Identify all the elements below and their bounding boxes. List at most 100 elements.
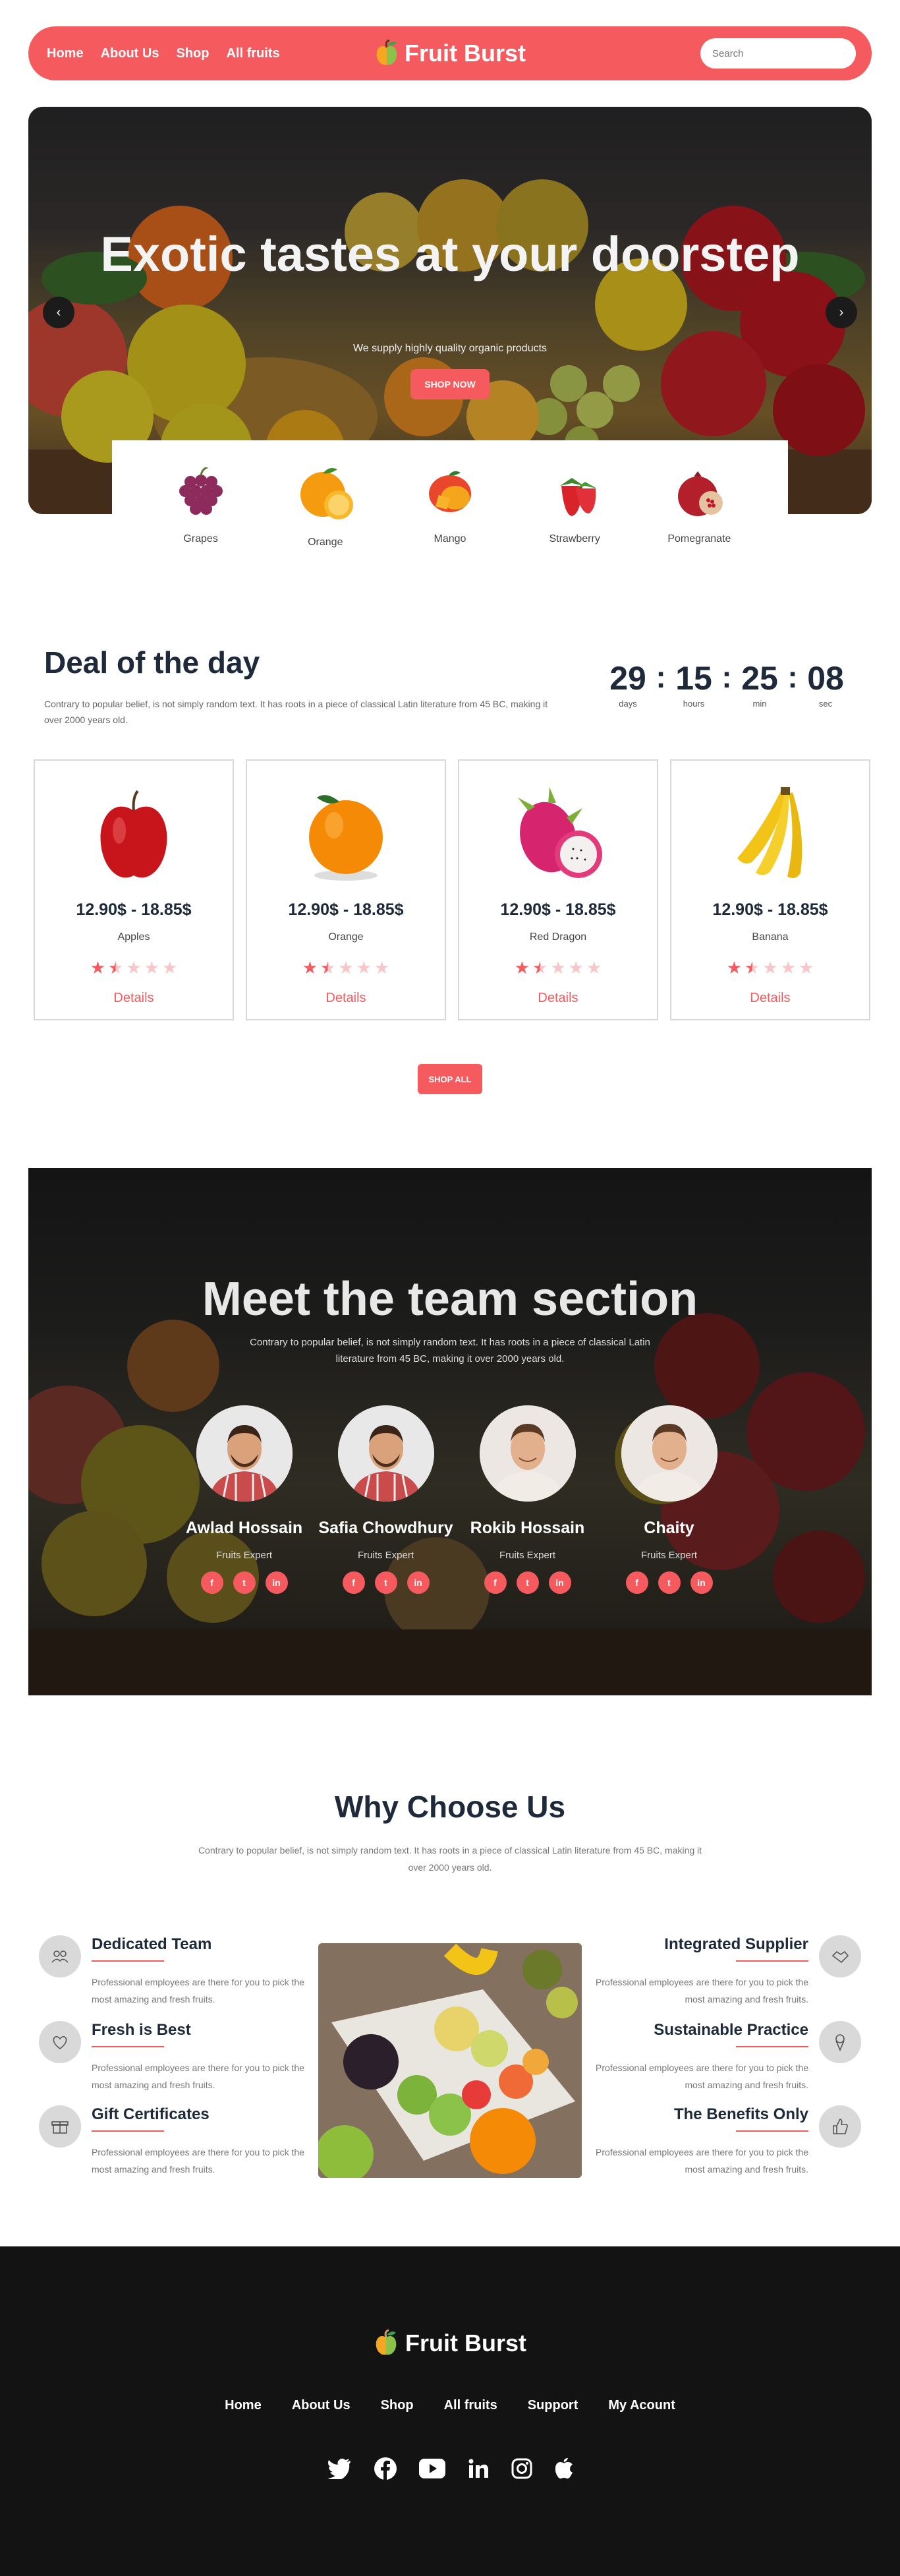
member-role: Fruits Expert	[357, 1550, 414, 1561]
twitter-icon[interactable]: t	[516, 1571, 539, 1594]
star-icon: ★	[356, 958, 372, 978]
star-half-icon: ★	[108, 958, 124, 978]
top-nav: Home About Us Shop All fruits Fruit Burs…	[28, 26, 872, 80]
countdown-days: 29 days	[605, 662, 651, 709]
nav-link-all-fruits[interactable]: All fruits	[226, 46, 279, 61]
why-title: Why Choose Us	[334, 1790, 566, 1824]
category-item-pomegranate[interactable]: Pomegranate	[653, 467, 745, 545]
fruit-platter-image	[318, 1943, 582, 2178]
footer-link-support[interactable]: Support	[528, 2398, 578, 2413]
brand-logo[interactable]: Fruit Burst	[374, 40, 526, 67]
category-label: Strawberry	[549, 533, 600, 544]
countdown-label: min	[752, 699, 767, 709]
deal-title: Deal of the day	[44, 645, 260, 680]
countdown-hours: 15 hours	[671, 662, 717, 709]
linkedin-icon[interactable]: in	[548, 1571, 571, 1594]
product-name: Orange	[328, 931, 364, 943]
countdown-label: days	[619, 699, 637, 709]
linkedin-icon[interactable]: in	[265, 1571, 288, 1594]
facebook-icon[interactable]: f	[342, 1571, 365, 1594]
linkedin-icon[interactable]: in	[690, 1571, 713, 1594]
banana-icon	[737, 787, 802, 878]
countdown-min: 25 min	[737, 662, 783, 709]
search-input[interactable]	[712, 47, 843, 59]
product-price: 12.90$ - 18.85$	[288, 900, 404, 919]
details-link[interactable]: Details	[750, 991, 790, 1006]
product-name: Banana	[752, 931, 789, 943]
search-icon[interactable]	[843, 47, 844, 60]
fruit-logo-icon	[376, 2329, 397, 2355]
pomegranate-icon	[678, 471, 723, 516]
footer-link-account[interactable]: My Acount	[608, 2398, 675, 2413]
countdown-separator: :	[721, 660, 732, 694]
star-icon: ★	[798, 958, 814, 978]
star-icon: ★	[144, 958, 159, 978]
footer-brand[interactable]: Fruit Burst	[0, 2329, 900, 2357]
member-name: Awlad Hossain	[185, 1519, 303, 1537]
youtube-icon[interactable]	[419, 2459, 445, 2478]
member-role: Fruits Expert	[499, 1550, 556, 1561]
product-card-banana[interactable]: 12.90$ - 18.85$ Banana ★ ★ ★ ★ ★ Details	[670, 759, 870, 1020]
category-item-mango[interactable]: Mango	[404, 467, 496, 545]
twitter-icon[interactable]: t	[233, 1571, 256, 1594]
avatar	[337, 1405, 434, 1502]
linkedin-icon[interactable]: in	[407, 1571, 430, 1594]
star-half-icon: ★	[745, 958, 760, 978]
countdown-value: 15	[675, 660, 712, 697]
team-section: Meet the team section Contrary to popula…	[28, 1168, 872, 1695]
avatar	[479, 1405, 576, 1502]
shop-now-button[interactable]: SHOP NOW	[410, 369, 490, 399]
apple-icon	[100, 790, 167, 878]
twitter-icon[interactable]	[327, 2458, 352, 2479]
footer-link-all-fruits[interactable]: All fruits	[444, 2398, 497, 2413]
member-name: Rokib Hossain	[470, 1519, 585, 1537]
feature-divider	[736, 2130, 808, 2132]
nav-link-home[interactable]: Home	[47, 46, 84, 61]
star-icon: ★	[514, 958, 530, 978]
facebook-icon[interactable]: f	[484, 1571, 507, 1594]
heart-icon	[39, 2021, 81, 2063]
product-card-apples[interactable]: 12.90$ - 18.85$ Apples ★ ★ ★ ★ ★ Details	[34, 759, 234, 1020]
facebook-icon[interactable]: f	[625, 1571, 648, 1594]
details-link[interactable]: Details	[325, 991, 366, 1006]
fruit-logo-icon	[376, 40, 397, 65]
facebook-icon[interactable]: f	[200, 1571, 223, 1594]
star-icon: ★	[302, 958, 318, 978]
team-member: Rokib Hossain Fruits Expert f t in	[457, 1405, 598, 1594]
footer-link-home[interactable]: Home	[225, 2398, 262, 2413]
feature-text: Professional employees are there for you…	[596, 1977, 808, 2005]
product-card-orange[interactable]: 12.90$ - 18.85$ Orange ★ ★ ★ ★ ★ Details	[246, 759, 446, 1020]
footer-link-shop[interactable]: Shop	[381, 2398, 414, 2413]
countdown-label: sec	[818, 699, 833, 709]
chevron-right-icon[interactable]: ›	[826, 297, 857, 328]
brand-name: Fruit Burst	[405, 40, 526, 67]
details-link[interactable]: Details	[113, 991, 154, 1006]
category-item-orange[interactable]: Orange	[279, 464, 372, 548]
twitter-icon[interactable]: t	[374, 1571, 397, 1594]
star-icon: ★	[338, 958, 354, 978]
linkedin-icon[interactable]	[468, 2458, 489, 2479]
feature-dedicated-team: Dedicated Team Professional employees ar…	[39, 1935, 316, 2008]
twitter-icon[interactable]: t	[658, 1571, 681, 1594]
details-link[interactable]: Details	[538, 991, 578, 1006]
feature-text: Professional employees are there for you…	[596, 2063, 808, 2090]
member-socials: f t in	[625, 1571, 713, 1594]
hero-subtitle: We supply highly quality organic product…	[352, 343, 548, 354]
category-strip: Grapes Orange Mango Strawberry Pomegrana…	[112, 440, 788, 572]
nav-link-about[interactable]: About Us	[101, 46, 159, 61]
category-item-grapes[interactable]: Grapes	[155, 467, 247, 545]
footer-link-about[interactable]: About Us	[292, 2398, 351, 2413]
category-item-strawberry[interactable]: Strawberry	[528, 467, 621, 545]
instagram-icon[interactable]	[511, 2458, 532, 2479]
nav-link-shop[interactable]: Shop	[176, 46, 209, 61]
chevron-left-icon[interactable]: ‹	[43, 297, 74, 328]
star-rating: ★ ★ ★ ★ ★	[727, 959, 814, 976]
product-card-red-dragon[interactable]: 12.90$ - 18.85$ Red Dragon ★ ★ ★ ★ ★ Details	[458, 759, 658, 1020]
shop-all-button[interactable]: SHOP ALL	[418, 1064, 482, 1094]
facebook-icon[interactable]	[374, 2457, 397, 2480]
apple-icon[interactable]	[555, 2458, 573, 2479]
countdown-separator: :	[787, 660, 798, 694]
star-icon: ★	[568, 958, 584, 978]
team-member: Safia Chowdhury Fruits Expert f t in	[315, 1405, 457, 1594]
person-avatar-icon	[337, 1405, 434, 1502]
